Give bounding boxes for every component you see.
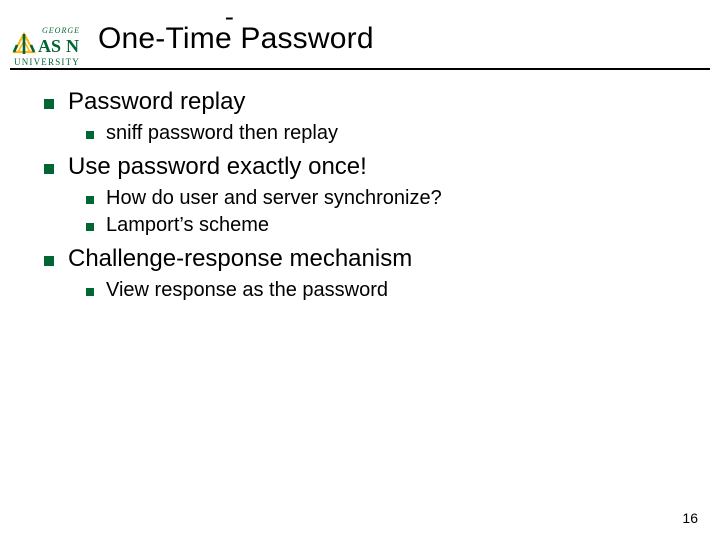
logo-line2b: N: [66, 36, 79, 56]
bullet-lvl1: Challenge-response mechanism View respon…: [44, 245, 684, 302]
square-bullet-icon: [44, 256, 54, 266]
square-bullet-icon: [86, 288, 94, 296]
logo-sub: UNIVERSITY: [14, 57, 80, 67]
slide-number: 16: [682, 510, 698, 526]
bullet-text: sniff password then replay: [106, 122, 338, 145]
slide: - GEORGE AS N UNIVERSITY One-Time Passwo…: [0, 0, 720, 540]
square-bullet-icon: [86, 196, 94, 204]
content-area: Password replay sniff password then repl…: [44, 80, 684, 306]
bullet-text: Lamport’s scheme: [106, 214, 269, 237]
bullet-text: Use password exactly once!: [68, 153, 367, 181]
bullet-lvl2: View response as the password: [86, 279, 684, 302]
bullet-lvl2: How do user and server synchronize?: [86, 187, 684, 210]
bullet-text: View response as the password: [106, 279, 388, 302]
square-bullet-icon: [44, 164, 54, 174]
title-underline: [10, 68, 710, 70]
bullet-text: Challenge-response mechanism: [68, 245, 412, 273]
bullet-lvl1: Use password exactly once! How do user a…: [44, 153, 684, 237]
square-bullet-icon: [44, 99, 54, 109]
square-bullet-icon: [86, 131, 94, 139]
slide-title: One-Time Password: [98, 22, 374, 56]
logo-line2a: AS: [38, 36, 61, 56]
bullet-lvl2: Lamport’s scheme: [86, 214, 684, 237]
bullet-text: How do user and server synchronize?: [106, 187, 442, 210]
square-bullet-icon: [86, 223, 94, 231]
gmu-logo: GEORGE AS N UNIVERSITY: [10, 24, 92, 70]
bullet-lvl2: sniff password then replay: [86, 122, 684, 145]
bullet-text: Password replay: [68, 88, 245, 116]
logo-line1: GEORGE: [42, 26, 80, 35]
bullet-lvl1: Password replay sniff password then repl…: [44, 88, 684, 145]
